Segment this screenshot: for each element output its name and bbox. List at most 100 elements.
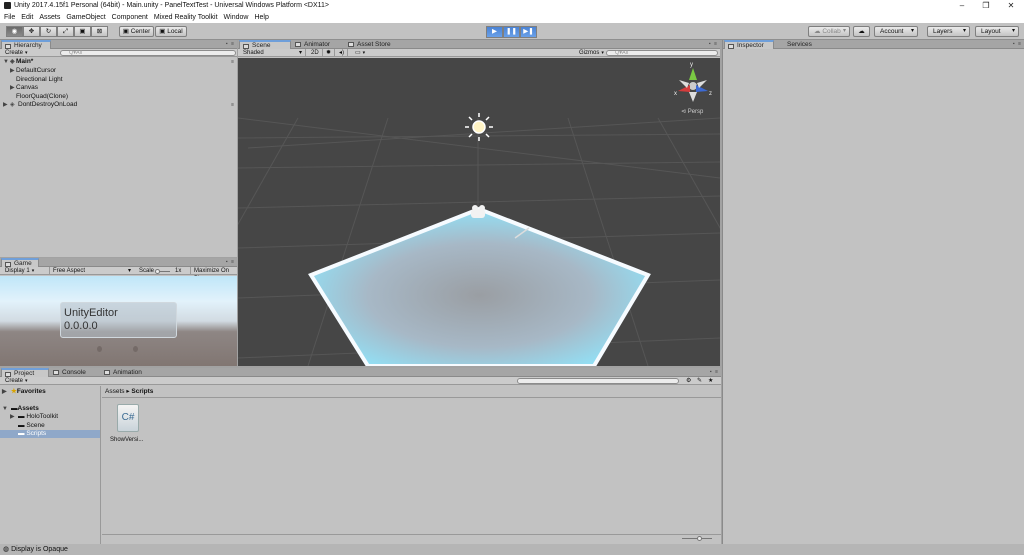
menu-window[interactable]: Window: [224, 14, 249, 21]
menu-assets[interactable]: Assets: [39, 14, 60, 21]
tab-asset-store[interactable]: Asset Store: [345, 40, 405, 49]
icon-size-slider-thumb[interactable]: [697, 536, 702, 541]
project-create-button[interactable]: Create: [2, 377, 31, 385]
folder-row-selected[interactable]: ▬ Scripts: [0, 430, 100, 438]
assets-row[interactable]: ▼ ▬Assets: [0, 405, 100, 413]
maximize-on-play-toggle[interactable]: Maximize On Pl: [190, 267, 237, 282]
collapse-arrow-icon[interactable]: ▶: [10, 84, 15, 92]
services-tab-label: Services: [787, 41, 812, 48]
rect-icon: ▣: [79, 28, 86, 35]
scene-row-main[interactable]: ▼ ◈ Main* ≡: [0, 58, 237, 66]
filter-type-icon[interactable]: ⚙: [683, 377, 694, 385]
collapse-arrow-icon[interactable]: ▶: [2, 388, 7, 396]
hierarchy-item[interactable]: FloorQuad(Clone): [0, 93, 237, 101]
panel-menu-icon[interactable]: ▪ ≡: [226, 259, 235, 265]
pivot-center-button[interactable]: ▣ Center: [119, 26, 154, 37]
rect-tool-button[interactable]: ▣: [74, 26, 91, 37]
breadcrumb-scripts[interactable]: Scripts: [131, 388, 153, 395]
tab-services[interactable]: Services: [775, 40, 823, 49]
panel-menu-icon[interactable]: ▪ ≡: [1013, 41, 1022, 47]
tab-scene[interactable]: Scene: [239, 40, 291, 49]
panel-menu-icon[interactable]: ▪ ≡: [226, 41, 235, 47]
hierarchy-search-input[interactable]: Q▾All: [60, 50, 236, 56]
pivot-local-button[interactable]: ▣ Local: [155, 26, 187, 37]
expand-arrow-icon[interactable]: ▼: [2, 405, 8, 413]
tab-game[interactable]: Game: [1, 258, 39, 267]
rotate-tool-button[interactable]: ↻: [40, 26, 57, 37]
breadcrumb-assets[interactable]: Assets: [105, 388, 125, 395]
layers-label: Layers: [933, 28, 953, 35]
file-label[interactable]: ShowVersi...: [110, 437, 143, 443]
minimize-button[interactable]: –: [950, 0, 974, 12]
csharp-file-icon[interactable]: C#: [117, 404, 139, 432]
menu-help[interactable]: Help: [254, 14, 268, 21]
collapse-arrow-icon[interactable]: ▶: [10, 67, 15, 75]
hierarchy-item[interactable]: ▶ Canvas: [0, 84, 237, 92]
step-button[interactable]: ▶❚: [520, 26, 537, 38]
expand-arrow-icon[interactable]: ▼: [3, 58, 9, 66]
panel-menu-icon[interactable]: ▪ ≡: [709, 41, 718, 47]
tab-project[interactable]: Project: [1, 368, 49, 377]
2d-toggle[interactable]: 2D: [308, 49, 323, 57]
aspect-dropdown[interactable]: Free Aspect ▾: [49, 267, 134, 275]
tab-animation[interactable]: Animation: [101, 368, 161, 377]
cloud-services-button[interactable]: ☁: [853, 26, 870, 37]
folder-row[interactable]: ▬ Scene: [0, 422, 100, 430]
filter-label-icon[interactable]: ✎: [694, 377, 705, 385]
tab-hierarchy[interactable]: Hierarchy: [1, 40, 51, 49]
hierarchy-subbar: Create Q▾All: [0, 49, 237, 57]
pause-button[interactable]: ❚❚: [503, 26, 520, 38]
shading-mode-dropdown[interactable]: Shaded ▾: [240, 49, 306, 57]
menu-component[interactable]: Component: [112, 14, 148, 21]
scene-viewport[interactable]: y x z ⊲ Persp: [238, 58, 720, 366]
chevron-down-icon: ▾: [298, 50, 302, 56]
collapse-arrow-icon[interactable]: ▶: [3, 101, 8, 109]
game-viewport[interactable]: UnityEditor 0.0.0.0: [0, 276, 237, 366]
folder-row[interactable]: ▶ ▬ HoloToolkit: [0, 413, 100, 421]
hierarchy-tab-label: Hierarchy: [14, 42, 42, 49]
project-search-input[interactable]: [517, 378, 679, 384]
hierarchy-create-button[interactable]: Create: [2, 49, 31, 57]
menu-gameobject[interactable]: GameObject: [66, 14, 105, 21]
collab-dropdown[interactable]: ☁ Collab: [808, 26, 850, 37]
hand-tool-button[interactable]: ◉: [6, 26, 23, 37]
favorite-star-icon[interactable]: ★: [705, 377, 716, 385]
display-dropdown[interactable]: Display 1: [2, 267, 37, 275]
layout-dropdown[interactable]: Layout: [975, 26, 1019, 37]
scale-slider-thumb[interactable]: [155, 269, 160, 274]
menu-edit[interactable]: Edit: [21, 14, 33, 21]
gizmos-dropdown[interactable]: Gizmos: [576, 49, 607, 57]
effects-dropdown[interactable]: ▭: [352, 49, 368, 57]
play-button[interactable]: ▶: [486, 26, 503, 38]
tab-inspector[interactable]: Inspector: [724, 40, 774, 49]
unity-scene-icon: ◈: [10, 59, 15, 65]
hierarchy-item[interactable]: ▶ DefaultCursor: [0, 67, 237, 75]
persp-icon: ⊲: [681, 109, 688, 115]
close-button[interactable]: ✕: [999, 0, 1023, 12]
move-tool-button[interactable]: ✥: [23, 26, 40, 37]
collapse-arrow-icon[interactable]: ▶: [10, 413, 15, 421]
panel-menu-icon[interactable]: ▪ ≡: [710, 369, 719, 375]
tab-animator[interactable]: Animator: [292, 40, 344, 49]
account-dropdown[interactable]: Account: [874, 26, 918, 37]
game-tabstrip: Game ▪ ≡: [0, 258, 237, 267]
lighting-toggle[interactable]: ✹: [323, 49, 336, 57]
favorites-row[interactable]: ▶ ★Favorites: [0, 388, 100, 396]
hierarchy-item[interactable]: Directional Light: [0, 76, 237, 84]
maximize-button[interactable]: ❐: [974, 0, 998, 12]
audio-toggle[interactable]: ◂): [336, 49, 349, 57]
menu-file[interactable]: File: [4, 14, 15, 21]
menu-mixed-reality-toolkit[interactable]: Mixed Reality Toolkit: [154, 14, 218, 21]
layers-dropdown[interactable]: Layers: [927, 26, 970, 37]
transform-tool-button[interactable]: ⊠: [91, 26, 108, 37]
account-label: Account: [880, 28, 904, 35]
scene-search-input[interactable]: Q▾All: [606, 50, 718, 56]
scene-menu-icon[interactable]: ≡: [231, 58, 235, 66]
scene-row-dontdestroy[interactable]: ▶ ◈ DontDestroyOnLoad ≡: [0, 101, 237, 109]
tab-console[interactable]: Console: [50, 368, 100, 377]
collab-label: Collab: [822, 28, 841, 35]
persp-label[interactable]: ⊲ Persp: [681, 109, 704, 115]
speaker-icon: ◂): [339, 50, 345, 56]
scale-tool-button[interactable]: ⤢: [57, 26, 74, 37]
scene-menu-icon[interactable]: ≡: [231, 101, 235, 109]
